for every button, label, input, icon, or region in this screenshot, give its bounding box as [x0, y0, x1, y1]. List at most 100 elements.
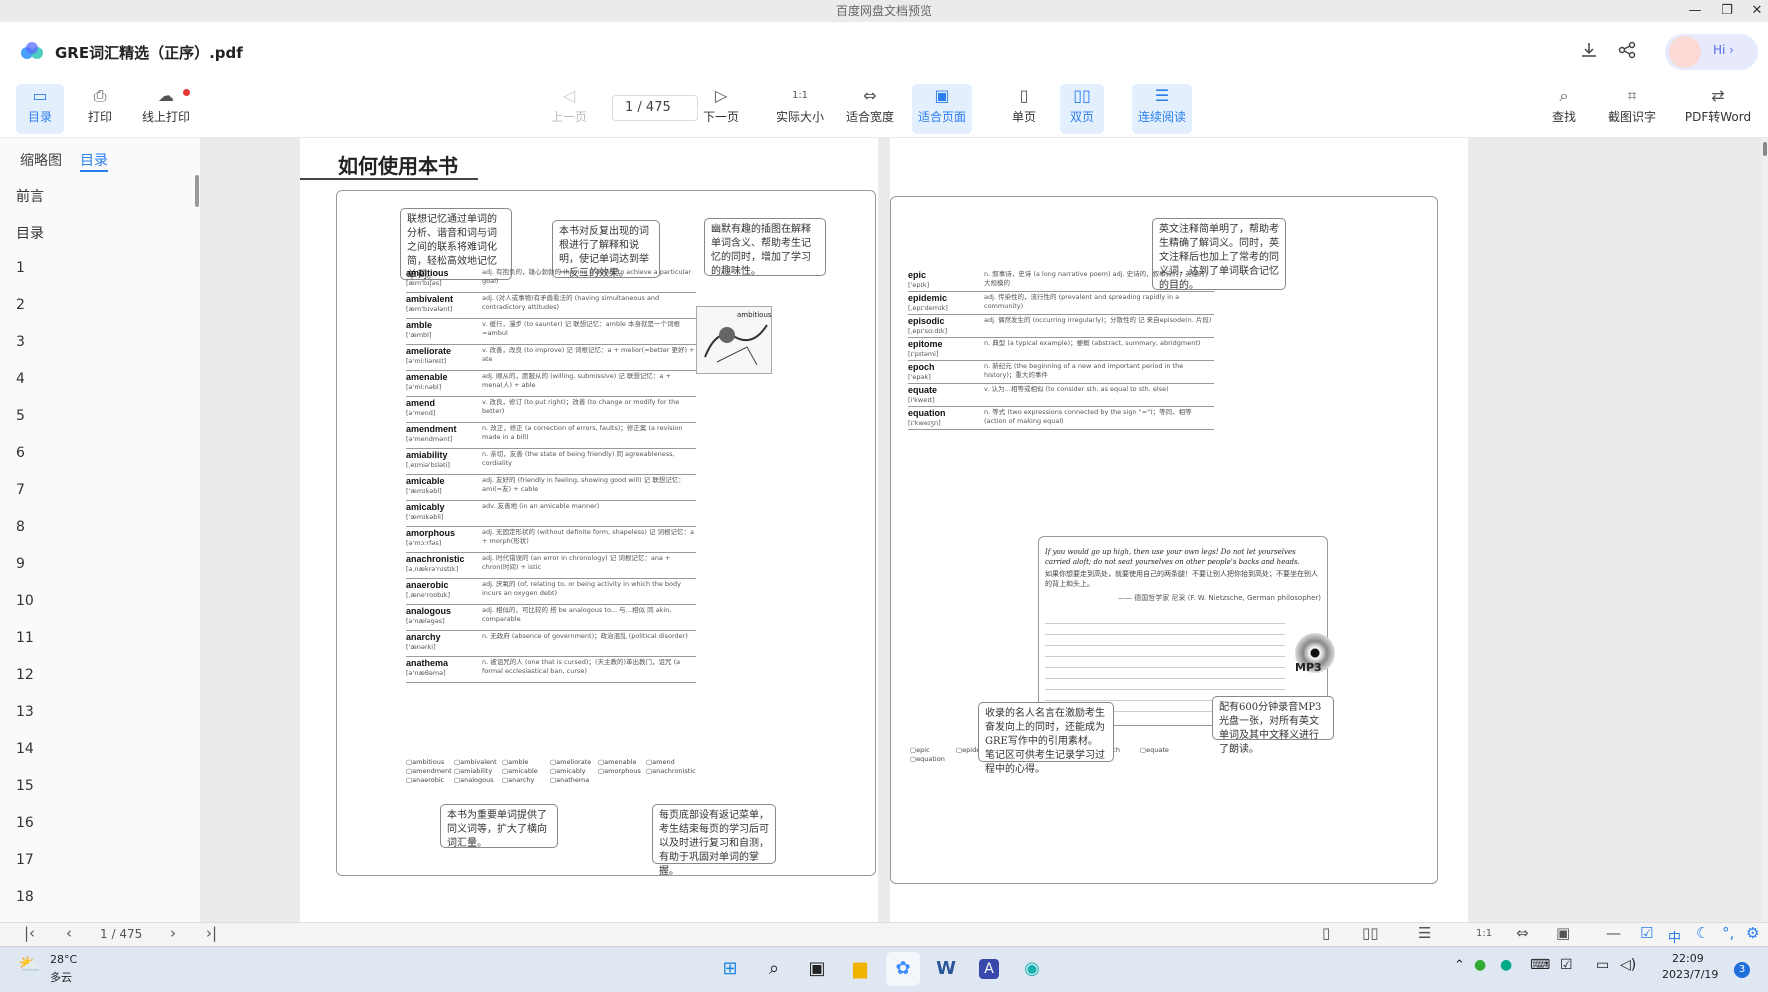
entry-divider [406, 682, 696, 683]
toc-item[interactable]: 9 [16, 556, 25, 572]
prev-page-button[interactable]: ◁ 上一页 [545, 84, 593, 134]
search-button[interactable]: ⌕ 查找 [1544, 84, 1584, 134]
sidebar-scrollbar[interactable] [195, 175, 199, 207]
toc-item[interactable]: 目录 [16, 223, 44, 243]
volume-icon[interactable]: ◁) [1620, 957, 1636, 973]
toc-item[interactable]: 11 [16, 630, 34, 646]
last-page-button[interactable]: ›| [206, 924, 217, 942]
punctuation-icon[interactable]: °, [1722, 924, 1734, 942]
next-page-small-button[interactable]: › [170, 924, 176, 942]
notification-badge[interactable]: 3 [1734, 962, 1750, 978]
toc-button[interactable]: ▭ 目录 [16, 84, 64, 134]
prev-page-small-button[interactable]: ‹ [66, 924, 72, 942]
print-button[interactable]: ⎙ 打印 [76, 84, 124, 134]
page-current: 1 [625, 100, 634, 115]
review-checkbox: ▢anaerobic [406, 776, 445, 784]
toc-item[interactable]: 17 [16, 852, 34, 868]
toc-item[interactable]: 7 [16, 482, 25, 498]
search-taskbar-icon[interactable]: ⌕ [757, 952, 791, 986]
viewer-scrollbar[interactable] [1762, 138, 1768, 922]
toc-item[interactable]: 3 [16, 334, 25, 350]
minimize-button[interactable]: — [1680, 0, 1710, 22]
settings-icon[interactable]: ⚙ [1746, 924, 1759, 942]
toc-item[interactable]: 5 [16, 408, 25, 424]
entry-divider [406, 604, 696, 605]
toc-item[interactable]: 14 [16, 741, 34, 757]
maximize-button[interactable]: ❐ [1712, 0, 1742, 22]
first-page-button[interactable]: |‹ [24, 924, 35, 942]
tray-check-icon[interactable]: ☑ [1560, 957, 1573, 973]
toc-item[interactable]: 6 [16, 445, 25, 461]
baidu-netdisk-icon[interactable]: ✿ [886, 952, 920, 986]
page-number-input[interactable]: 1 / 475 [612, 95, 698, 121]
fit-width-small-icon[interactable]: ⇔ [1516, 924, 1529, 942]
ime-indicator[interactable]: 中 [1668, 927, 1681, 946]
search-label: 查找 [1551, 110, 1576, 124]
download-icon[interactable] [1580, 41, 1598, 63]
fit-page-small-icon[interactable]: ▣ [1556, 924, 1570, 942]
word-icon[interactable]: W [929, 952, 963, 986]
toc-item[interactable]: 1 [16, 260, 25, 276]
toc-item[interactable]: 8 [16, 519, 25, 535]
assistant-pill[interactable]: Hi › [1665, 34, 1758, 70]
check-icon[interactable]: ☑ [1640, 924, 1653, 942]
zoom-out-button[interactable]: — [1606, 924, 1621, 942]
single-view-icon[interactable]: ▯ [1322, 924, 1330, 942]
entry-divider [406, 344, 696, 345]
print-label: 打印 [87, 110, 112, 124]
close-button[interactable]: ✕ [1742, 0, 1768, 22]
continuous-read-button[interactable]: ☰ 连续阅读 [1132, 84, 1192, 134]
toc-item[interactable]: 16 [16, 815, 34, 831]
entry-word: amorphous [406, 528, 456, 538]
entry-divider [406, 526, 696, 527]
toc-item[interactable]: 4 [16, 371, 25, 387]
next-page-button[interactable]: ▷ 下一页 [697, 84, 745, 134]
tray-ime-icon[interactable]: ⌨ [1530, 957, 1550, 973]
tray-app-icon[interactable]: ● [1474, 957, 1486, 973]
toc-item[interactable]: 18 [16, 889, 34, 905]
toc-item[interactable]: 前言 [16, 186, 44, 206]
actual-size-button[interactable]: 1:1 实际大小 [770, 84, 830, 134]
cloud-print-icon: ☁ [158, 86, 174, 105]
translator-icon[interactable]: A [972, 952, 1006, 986]
scroll-thumb[interactable] [1763, 142, 1767, 156]
single-page-button[interactable]: ▯ 单页 [1002, 84, 1046, 134]
entry-phonetic: [ˌæne'roʊbɪk] [406, 591, 450, 599]
tray-wechat-icon[interactable]: ● [1500, 957, 1512, 973]
actual-size-small-icon[interactable]: 1:1 [1476, 928, 1492, 939]
tray-chevron-icon[interactable]: ⌃ [1454, 958, 1465, 973]
tab-toc[interactable]: 目录 [80, 150, 108, 170]
weather-temp[interactable]: 28°C [50, 953, 77, 966]
tab-thumbnails[interactable]: 缩略图 [20, 150, 62, 170]
document-filename: GRE词汇精选（正序）.pdf [55, 44, 243, 62]
network-icon[interactable]: ▭ [1596, 957, 1609, 973]
weather-desc[interactable]: 多云 [50, 969, 72, 985]
fit-page-button[interactable]: ▣ 适合页面 [912, 84, 972, 134]
double-view-icon[interactable]: ▯▯ [1362, 924, 1379, 942]
toc-item[interactable]: 2 [16, 297, 25, 313]
ocr-button[interactable]: ⌗ 截图识字 [1602, 84, 1662, 134]
double-page-button[interactable]: ▯▯ 双页 [1060, 84, 1104, 134]
clock-date[interactable]: 2023/7/19 [1662, 968, 1718, 981]
entry-phonetic: [ə'miːliəreɪt] [406, 357, 447, 365]
task-view-icon[interactable]: ▣ [800, 952, 834, 986]
browser-icon[interactable]: ◉ [1015, 952, 1049, 986]
app-header [0, 22, 1768, 80]
toc-item[interactable]: 15 [16, 778, 34, 794]
entry-definition: v. 改良，修订 (to put right)；改善 (to change or… [482, 398, 680, 415]
entry-word: equate [908, 385, 938, 395]
start-button[interactable]: ⊞ [713, 952, 747, 986]
toc-item[interactable]: 12 [16, 667, 34, 683]
toc-item[interactable]: 10 [16, 593, 34, 609]
pdf-to-word-button[interactable]: ⇄ PDF转Word [1676, 84, 1760, 134]
toc-item[interactable]: 13 [16, 704, 34, 720]
file-explorer-icon[interactable]: ▆ [843, 952, 877, 986]
share-icon[interactable] [1618, 41, 1636, 63]
moon-icon[interactable]: ☾ [1696, 924, 1709, 942]
entry-word: epic [908, 270, 927, 280]
arrow-right-circle-icon: ▷ [714, 86, 728, 105]
entry-word: amicable [406, 476, 445, 486]
fit-width-button[interactable]: ⇔ 适合宽度 [840, 84, 900, 134]
clock-time[interactable]: 22:09 [1672, 952, 1704, 965]
continuous-view-icon[interactable]: ☰ [1418, 924, 1431, 942]
